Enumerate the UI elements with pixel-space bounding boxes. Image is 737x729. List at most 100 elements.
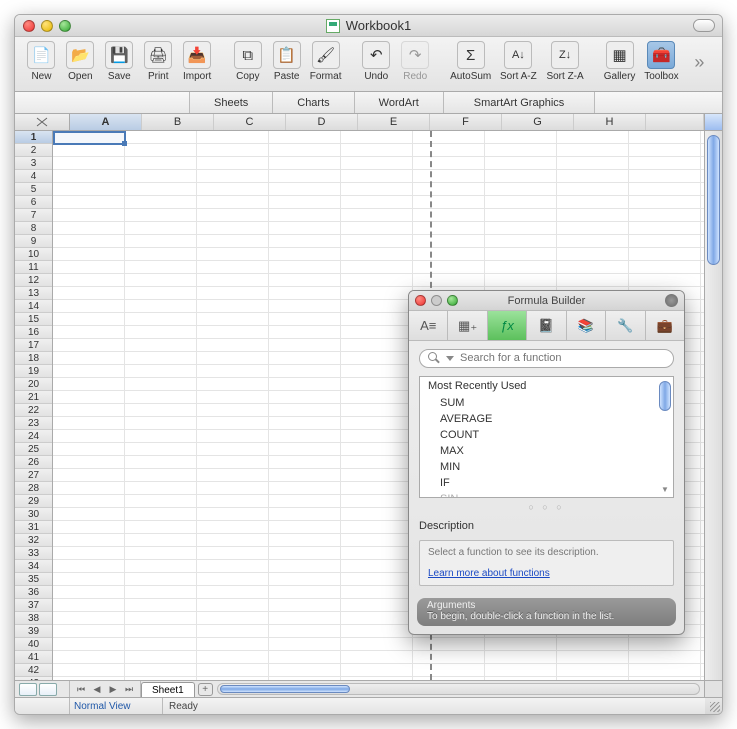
row-header[interactable]: 39 (15, 625, 52, 638)
row-header[interactable]: 16 (15, 326, 52, 339)
col-header-f[interactable]: F (430, 114, 502, 130)
row-header[interactable]: 21 (15, 391, 52, 404)
toolbar-new[interactable]: 📄New (23, 41, 60, 82)
row-header[interactable]: 35 (15, 573, 52, 586)
row-header[interactable]: 22 (15, 404, 52, 417)
toolbar-save[interactable]: 💾Save (101, 41, 138, 82)
toolbar-sort-az[interactable]: A↓Sort A-Z (496, 41, 541, 82)
active-cell[interactable] (53, 131, 126, 145)
row-header[interactable]: 3 (15, 157, 52, 170)
col-header-g[interactable]: G (502, 114, 574, 130)
function-item[interactable]: COUNT (420, 427, 673, 443)
row-header[interactable]: 10 (15, 248, 52, 261)
toolbar-autosum[interactable]: ΣAutoSum (447, 41, 494, 82)
minimize-window-button[interactable] (41, 20, 53, 32)
row-header[interactable]: 40 (15, 638, 52, 651)
palette-tab-reference[interactable]: A≡ (409, 311, 448, 340)
row-header[interactable]: 29 (15, 495, 52, 508)
row-header[interactable]: 33 (15, 547, 52, 560)
function-search-input[interactable] (460, 352, 665, 364)
page-layout-view-button[interactable] (39, 683, 57, 696)
row-header[interactable]: 41 (15, 651, 52, 664)
row-headers[interactable]: 1234567891011121314151617181920212223242… (15, 131, 53, 680)
palette-titlebar[interactable]: Formula Builder (409, 291, 684, 311)
ribbon-tab-sheets[interactable]: Sheets (190, 92, 273, 113)
palette-zoom-button[interactable] (447, 295, 458, 306)
palette-tab-compatibility[interactable]: 🔧 (606, 311, 645, 340)
function-item[interactable]: MIN (420, 459, 673, 475)
function-item[interactable]: AVERAGE (420, 411, 673, 427)
zoom-window-button[interactable] (59, 20, 71, 32)
sheet-nav-first[interactable]: ⏮ (74, 683, 88, 696)
resize-grip[interactable] (705, 698, 722, 714)
row-header[interactable]: 30 (15, 508, 52, 521)
row-header[interactable]: 25 (15, 443, 52, 456)
normal-view-button[interactable] (19, 683, 37, 696)
close-window-button[interactable] (23, 20, 35, 32)
row-header[interactable]: 7 (15, 209, 52, 222)
row-header[interactable]: 43 (15, 677, 52, 680)
col-header-d[interactable]: D (286, 114, 358, 130)
status-view-mode[interactable]: Normal View (70, 698, 163, 714)
palette-close-button[interactable] (415, 295, 426, 306)
ribbon-tab-wordart[interactable]: WordArt (355, 92, 444, 113)
horizontal-scroll-thumb[interactable] (220, 685, 350, 693)
palette-minimize-button[interactable] (431, 295, 442, 306)
ribbon-tab-smartart[interactable]: SmartArt Graphics (444, 92, 595, 113)
palette-tab-add[interactable]: ▦₊ (448, 311, 487, 340)
toolbar-format[interactable]: 🖌Format (307, 41, 344, 82)
toolbar-undo[interactable]: ↶Undo (358, 41, 395, 82)
formula-builder-panel[interactable]: Formula Builder A≡ ▦₊ ƒx 📓 📚 🔧 💼 Most Re… (408, 290, 685, 635)
row-header[interactable]: 13 (15, 287, 52, 300)
row-header[interactable]: 14 (15, 300, 52, 313)
row-header[interactable]: 17 (15, 339, 52, 352)
row-header[interactable]: 11 (15, 261, 52, 274)
toolbar-open[interactable]: 📂Open (62, 41, 99, 82)
horizontal-scrollbar[interactable] (217, 683, 700, 695)
col-header-b[interactable]: B (142, 114, 214, 130)
function-list[interactable]: Most Recently Used SUM AVERAGE COUNT MAX… (419, 376, 674, 498)
ribbon-tab-charts[interactable]: Charts (273, 92, 354, 113)
row-header[interactable]: 5 (15, 183, 52, 196)
row-header[interactable]: 26 (15, 456, 52, 469)
toolbar-sort-za[interactable]: Z↓Sort Z-A (543, 41, 588, 82)
toolbar-toolbox[interactable]: 🧰Toolbox (640, 41, 683, 82)
function-list-scrollbar[interactable]: ▼ (658, 378, 672, 496)
row-header[interactable]: 19 (15, 365, 52, 378)
toolbar-import[interactable]: 📥Import (179, 41, 216, 82)
function-item[interactable]: MAX (420, 443, 673, 459)
row-header[interactable]: 34 (15, 560, 52, 573)
row-header[interactable]: 42 (15, 664, 52, 677)
toolbar-toggle-pill[interactable] (693, 19, 715, 32)
palette-tab-scrapbook[interactable]: 📓 (527, 311, 566, 340)
toolbar-print[interactable]: 🖨Print (140, 41, 177, 82)
toolbar-gallery[interactable]: ▦Gallery (601, 41, 638, 82)
row-header[interactable]: 28 (15, 482, 52, 495)
resize-dots-icon[interactable]: ○ ○ ○ (419, 502, 674, 512)
toolbar-copy[interactable]: ⧉Copy (229, 41, 266, 82)
sheet-nav-next[interactable]: ▶ (106, 683, 120, 696)
search-menu-chevron-icon[interactable] (446, 356, 454, 361)
row-header[interactable]: 38 (15, 612, 52, 625)
sheet-tab-sheet1[interactable]: Sheet1 (141, 682, 195, 697)
row-header[interactable]: 32 (15, 534, 52, 547)
row-header[interactable]: 1 (15, 131, 52, 144)
add-sheet-button[interactable]: + (198, 683, 213, 696)
row-header[interactable]: 27 (15, 469, 52, 482)
sheet-nav-last[interactable]: ⏭ (122, 683, 136, 696)
row-header[interactable]: 12 (15, 274, 52, 287)
sheet-nav-prev[interactable]: ◀ (90, 683, 104, 696)
row-header[interactable]: 8 (15, 222, 52, 235)
row-header[interactable]: 18 (15, 352, 52, 365)
palette-options-gear-icon[interactable] (665, 294, 678, 307)
palette-tab-project[interactable]: 💼 (646, 311, 684, 340)
function-item[interactable]: IF (420, 475, 673, 491)
col-header-e[interactable]: E (358, 114, 430, 130)
row-header[interactable]: 2 (15, 144, 52, 157)
toolbar-paste[interactable]: 📋Paste (268, 41, 305, 82)
row-header[interactable]: 15 (15, 313, 52, 326)
col-header-a[interactable]: A (70, 114, 142, 130)
row-header[interactable]: 6 (15, 196, 52, 209)
row-header[interactable]: 23 (15, 417, 52, 430)
toolbar-redo[interactable]: ↷Redo (397, 41, 434, 82)
